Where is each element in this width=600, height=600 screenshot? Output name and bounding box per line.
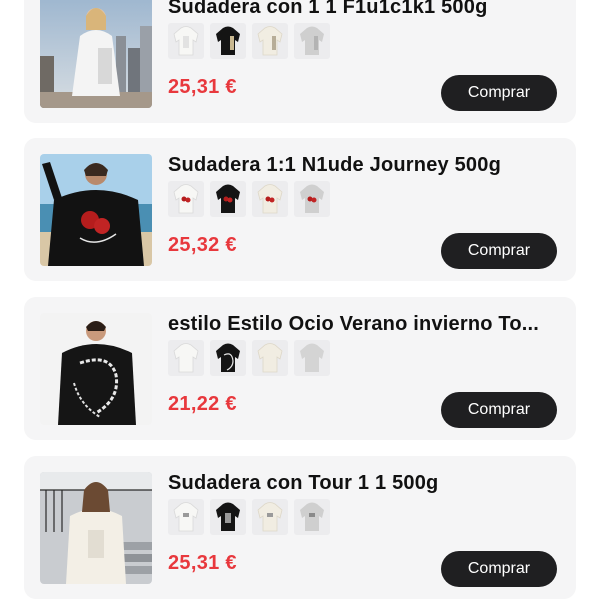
variant-black-hoodie[interactable] [210, 499, 246, 535]
color-variants [168, 499, 330, 535]
hoodie-icon [216, 26, 240, 55]
variant-white-hoodie[interactable] [168, 499, 204, 535]
buy-button[interactable]: Comprar [441, 392, 557, 428]
variant-cream-hoodie[interactable] [252, 340, 288, 376]
product-title[interactable]: Sudadera 1:1 N1ude Journey 500g [168, 154, 564, 177]
model-photo-icon [40, 0, 152, 108]
hoodie-icon [257, 184, 283, 214]
hoodie-icon [173, 502, 199, 532]
hoodie-icon [257, 502, 283, 532]
hoodie-icon [300, 502, 324, 531]
color-variants [168, 340, 330, 376]
variant-white-hoodie[interactable] [168, 340, 204, 376]
hoodie-icon [173, 343, 199, 373]
product-price: 25,31 € [168, 552, 237, 574]
product-price: 21,22 € [168, 393, 237, 415]
product-title[interactable]: Sudadera con 1 1 F1u1c1k1 500g [168, 0, 564, 19]
hoodie-icon [257, 26, 283, 56]
hoodie-icon [300, 26, 324, 55]
color-variants [168, 23, 330, 59]
buy-button[interactable]: Comprar [441, 551, 557, 587]
hoodie-icon [173, 184, 199, 214]
product-image[interactable] [40, 472, 152, 584]
product-price: 25,31 € [168, 76, 237, 98]
buy-button[interactable]: Comprar [441, 233, 557, 269]
product-list: Sudadera con 1 1 F1u1c1k1 500g 25,31 € C… [0, 0, 600, 600]
product-card[interactable]: Sudadera con 1 1 F1u1c1k1 500g 25,31 € C… [24, 0, 576, 123]
variant-black-hoodie[interactable] [210, 340, 246, 376]
hoodie-icon [257, 343, 283, 373]
product-card[interactable]: estilo Estilo Ocio Verano invierno To...… [24, 297, 576, 440]
variant-grey-hoodie[interactable] [294, 340, 330, 376]
variant-white-hoodie[interactable] [168, 23, 204, 59]
product-price: 25,32 € [168, 234, 237, 256]
variant-cream-hoodie[interactable] [252, 499, 288, 535]
product-image[interactable] [40, 154, 152, 266]
hoodie-icon [300, 184, 324, 213]
model-photo-icon [40, 472, 152, 584]
variant-grey-hoodie[interactable] [294, 181, 330, 217]
product-image[interactable] [40, 0, 152, 108]
product-card[interactable]: Sudadera con Tour 1 1 500g 25,31 € Compr… [24, 456, 576, 599]
hoodie-icon [216, 184, 240, 213]
hoodie-icon [216, 502, 240, 531]
model-photo-icon [40, 154, 152, 266]
variant-black-hoodie[interactable] [210, 181, 246, 217]
variant-white-hoodie[interactable] [168, 181, 204, 217]
variant-cream-hoodie[interactable] [252, 23, 288, 59]
variant-black-hoodie[interactable] [210, 23, 246, 59]
variant-grey-hoodie[interactable] [294, 499, 330, 535]
product-title[interactable]: Sudadera con Tour 1 1 500g [168, 472, 564, 495]
product-title[interactable]: estilo Estilo Ocio Verano invierno To... [168, 313, 564, 336]
hoodie-icon [216, 343, 240, 372]
product-card[interactable]: Sudadera 1:1 N1ude Journey 500g 25,32 € … [24, 138, 576, 281]
buy-button[interactable]: Comprar [441, 75, 557, 111]
color-variants [168, 181, 330, 217]
variant-cream-hoodie[interactable] [252, 181, 288, 217]
hoodie-icon [300, 343, 324, 372]
product-image[interactable] [40, 313, 152, 425]
hoodie-icon [173, 26, 199, 56]
model-photo-icon [40, 313, 152, 425]
variant-grey-hoodie[interactable] [294, 23, 330, 59]
